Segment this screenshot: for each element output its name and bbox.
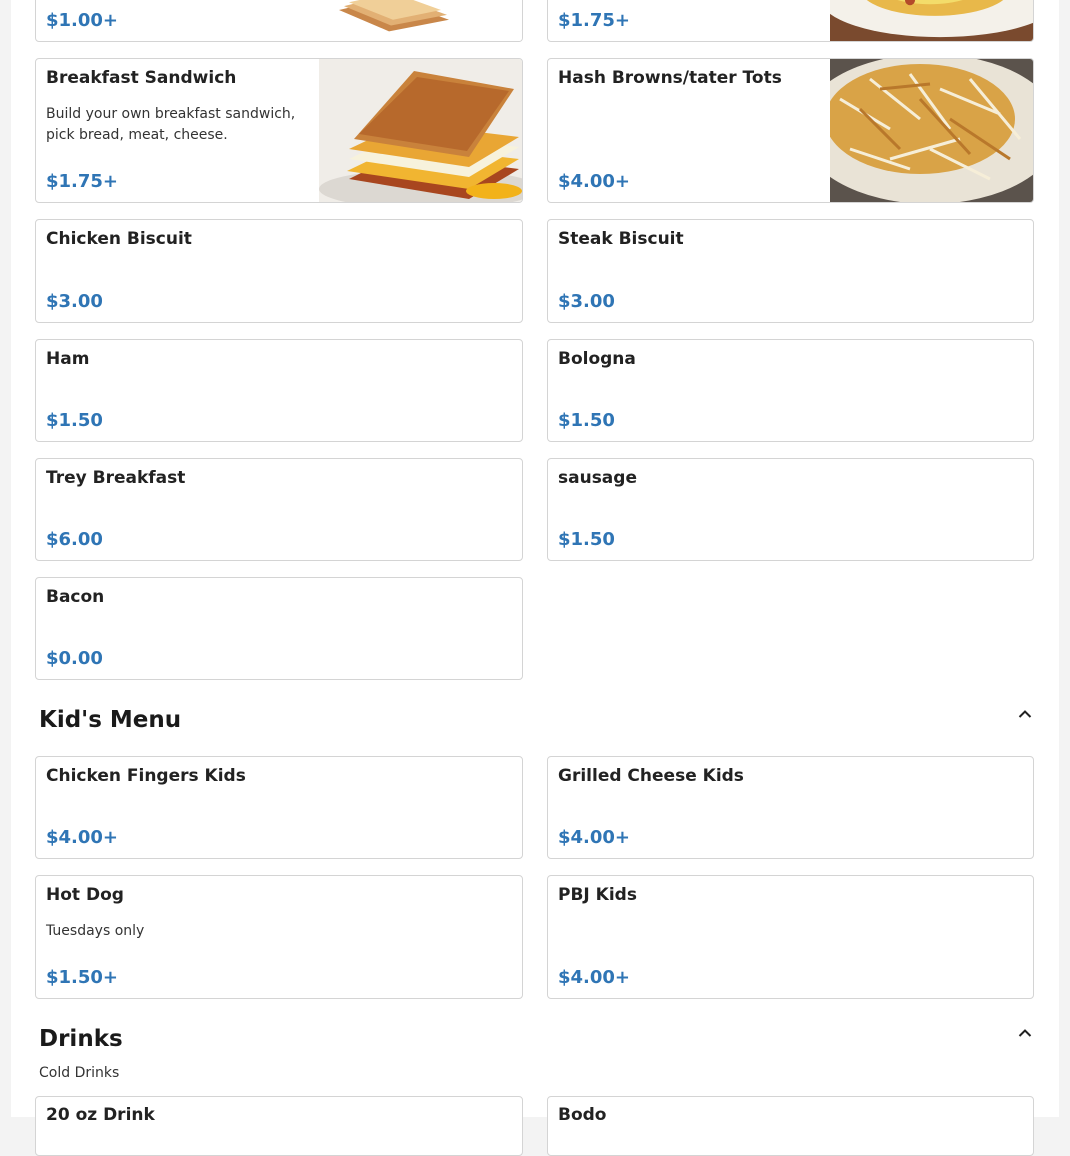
item-name: 20 oz Drink: [46, 1105, 155, 1125]
menu-item-card[interactable]: 20 oz Drink: [35, 1096, 523, 1156]
item-price: $1.50+: [46, 967, 119, 988]
menu-item-card[interactable]: $1.00+: [35, 0, 523, 42]
item-price: $1.50: [558, 529, 615, 550]
menu-item-card[interactable]: $1.75+: [547, 0, 1034, 42]
omelet-photo: [830, 0, 1033, 41]
item-price: $3.00: [46, 291, 103, 312]
menu-item-card[interactable]: Ham $1.50: [35, 339, 523, 442]
item-name: sausage: [558, 468, 637, 488]
item-price: $1.50: [558, 410, 615, 431]
section-subtitle-drinks: Cold Drinks: [39, 1065, 120, 1081]
menu-item-card[interactable]: Bodo: [547, 1096, 1034, 1156]
item-name: Ham: [46, 349, 90, 369]
item-name: Steak Biscuit: [558, 229, 684, 249]
item-description: Tuesdays only: [46, 923, 145, 939]
menu-item-card[interactable]: Steak Biscuit $3.00: [547, 219, 1034, 323]
menu-item-card[interactable]: Bologna $1.50: [547, 339, 1034, 442]
menu-item-card[interactable]: Hot Dog Tuesdays only $1.50+: [35, 875, 523, 999]
item-price: $4.00+: [558, 171, 631, 192]
breakfast-sandwich-photo: [319, 59, 522, 202]
item-name: Bodo: [558, 1105, 607, 1125]
item-price: $1.00+: [46, 10, 119, 31]
menu-item-card[interactable]: Chicken Fingers Kids $4.00+: [35, 756, 523, 859]
item-name: Chicken Biscuit: [46, 229, 192, 249]
item-price: $1.75+: [558, 10, 631, 31]
toast-photo: [319, 0, 522, 41]
item-description: Build your own breakfast sandwich, pick …: [46, 106, 296, 143]
section-title-drinks: Drinks: [39, 1026, 123, 1052]
item-price: $1.75+: [46, 171, 119, 192]
menu-item-card[interactable]: PBJ Kids $4.00+: [547, 875, 1034, 999]
menu-item-card[interactable]: Grilled Cheese Kids $4.00+: [547, 756, 1034, 859]
item-name: Hot Dog: [46, 885, 124, 905]
item-name: Breakfast Sandwich: [46, 68, 237, 88]
item-price: $4.00+: [558, 967, 631, 988]
menu-item-card[interactable]: Chicken Biscuit $3.00: [35, 219, 523, 323]
item-price: $6.00: [46, 529, 103, 550]
item-name: Bologna: [558, 349, 636, 369]
item-name: Bacon: [46, 587, 105, 607]
item-name: Hash Browns/tater Tots: [558, 68, 782, 88]
menu-item-card[interactable]: sausage $1.50: [547, 458, 1034, 561]
item-name: Chicken Fingers Kids: [46, 766, 246, 786]
chevron-up-icon[interactable]: [1017, 706, 1033, 722]
item-name: PBJ Kids: [558, 885, 637, 905]
item-price: $4.00+: [558, 827, 631, 848]
menu-item-card[interactable]: Breakfast Sandwich Build your own breakf…: [35, 58, 523, 203]
item-price: $3.00: [558, 291, 615, 312]
item-price: $0.00: [46, 648, 103, 669]
item-price: $1.50: [46, 410, 103, 431]
hash-browns-photo: [830, 59, 1033, 202]
section-title-kids-menu: Kid's Menu: [39, 707, 182, 733]
menu-item-card[interactable]: Bacon $0.00: [35, 577, 523, 680]
menu-item-card[interactable]: Hash Browns/tater Tots $4.00+: [547, 58, 1034, 203]
chevron-up-icon[interactable]: [1017, 1025, 1033, 1041]
item-name: Trey Breakfast: [46, 468, 186, 488]
item-name: Grilled Cheese Kids: [558, 766, 744, 786]
item-price: $4.00+: [46, 827, 119, 848]
menu-item-card[interactable]: Trey Breakfast $6.00: [35, 458, 523, 561]
